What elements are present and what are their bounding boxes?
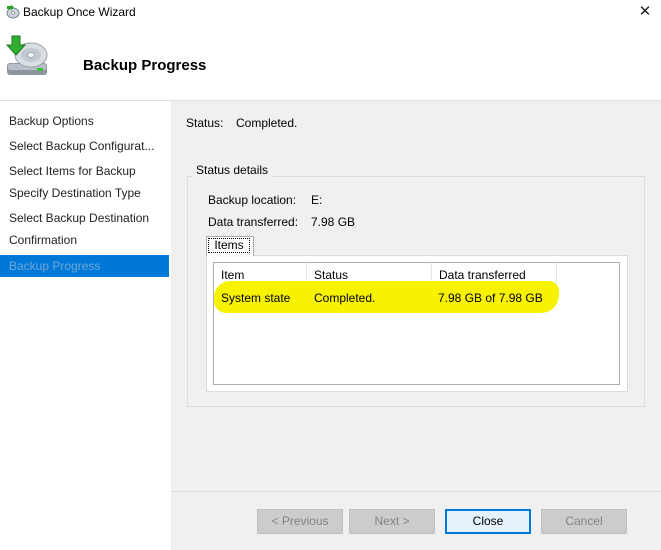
data-transferred-value: 7.98 GB [311, 215, 356, 229]
data-transferred-label: Data transferred: [208, 215, 299, 229]
status-details-title: Status details [193, 163, 272, 177]
close-button[interactable]: Close [445, 509, 531, 534]
cancel-button[interactable]: Cancel [541, 509, 627, 534]
close-window-icon[interactable]: ✕ [630, 2, 660, 22]
backup-location-label: Backup location: [208, 193, 297, 207]
table-cell-item[interactable]: System state [221, 289, 290, 307]
nav-step-backup-destination[interactable]: Select Backup Destination [0, 207, 169, 229]
page-title: Backup Progress [83, 57, 207, 74]
nav-step-destination-type[interactable]: Specify Destination Type [0, 182, 169, 204]
nav-step-confirmation[interactable]: Confirmation [0, 229, 169, 251]
backup-location-value: E: [311, 193, 323, 207]
status-value: Completed. [236, 116, 298, 130]
table-cell-data-transferred[interactable]: 7.98 GB of 7.98 GB [438, 289, 543, 307]
status-label: Status: [186, 116, 224, 130]
previous-button[interactable]: < Previous [257, 509, 343, 534]
footer-divider [171, 491, 661, 492]
nav-step-backup-options[interactable]: Backup Options [0, 110, 169, 132]
backup-app-icon [6, 4, 20, 19]
nav-step-select-items[interactable]: Select Items for Backup [0, 160, 169, 182]
tab-items-label[interactable]: Items [208, 238, 250, 253]
backup-disk-icon [5, 35, 48, 75]
nav-step-backup-progress[interactable]: Backup Progress [0, 255, 169, 277]
next-button[interactable]: Next > [349, 509, 435, 534]
nav-step-select-backup-configuration[interactable]: Select Backup Configurat... [0, 135, 169, 157]
window-title: Backup Once Wizard [23, 5, 136, 19]
wizard-step-list: Backup Options Select Backup Configurat.… [0, 101, 170, 550]
table-cell-status[interactable]: Completed. [314, 289, 375, 307]
